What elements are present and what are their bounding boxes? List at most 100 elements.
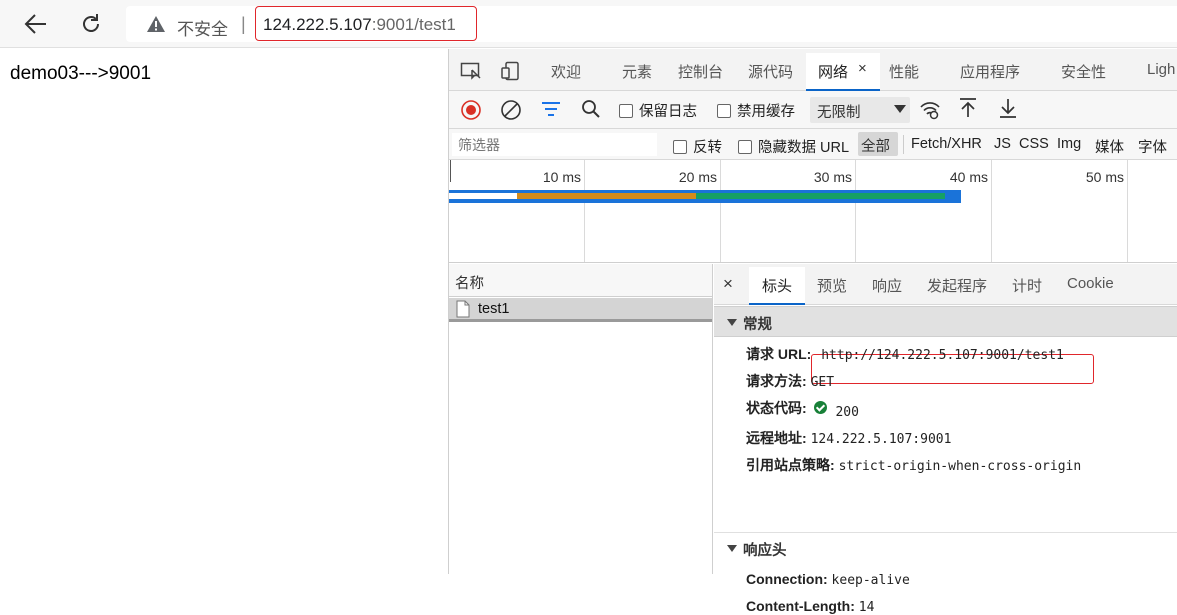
back-arrow-icon[interactable] [22, 10, 50, 38]
checkbox-box[interactable] [673, 140, 687, 154]
tab-sources[interactable]: 源代码 [748, 61, 793, 82]
security-label[interactable]: 不安全 [177, 15, 228, 40]
timeline-phase-queue [449, 193, 517, 199]
tab-welcome[interactable]: 欢迎 [551, 61, 581, 82]
header-value[interactable]: 14 [859, 600, 875, 615]
tab-initiator[interactable]: 发起程序 [927, 275, 987, 296]
network-toolbar: 保留日志 禁用缓存 无限制 [449, 91, 1177, 129]
general-row-referrer-policy: 引用站点策略: strict-origin-when-cross-origin [746, 455, 1081, 475]
address-separator: | [241, 14, 246, 34]
preserve-log-checkbox[interactable]: 保留日志 [619, 100, 697, 121]
tab-timing[interactable]: 计时 [1012, 275, 1042, 296]
header-value[interactable]: 200 [835, 405, 858, 420]
tab-security[interactable]: 安全性 [1061, 61, 1106, 82]
header-key: 远程地址: [746, 430, 807, 446]
timeline-gridline [855, 160, 856, 262]
timeline-phase-download [696, 193, 945, 199]
collapse-triangle-icon [727, 545, 737, 552]
filter-type-fetch-xhr[interactable]: Fetch/XHR [911, 136, 982, 152]
network-conditions-icon[interactable] [919, 99, 941, 125]
url-highlight-box: 124.222.5.107:9001/test1 [255, 6, 477, 41]
tab-response[interactable]: 响应 [872, 275, 902, 296]
throttling-select[interactable]: 无限制 [810, 97, 910, 123]
timeline-gridline [991, 160, 992, 262]
inspect-element-icon[interactable] [460, 61, 482, 81]
record-icon[interactable] [460, 99, 482, 125]
header-key: 引用站点策略: [746, 457, 835, 473]
url-text[interactable]: 124.222.5.107:9001/test1 [263, 15, 456, 35]
timeline-gridline [584, 160, 585, 262]
timeline-request-phases [449, 193, 959, 199]
device-emulation-icon[interactable] [500, 61, 522, 81]
request-list: test1 [449, 297, 713, 574]
filter-divider [903, 135, 904, 154]
tab-cookies[interactable]: Cookie [1067, 275, 1114, 292]
hide-data-urls-checkbox[interactable]: 隐藏数据 URL [738, 136, 849, 157]
section-title: 响应头 [743, 543, 787, 559]
filter-type-all[interactable]: 全部 [858, 132, 898, 156]
general-section-header[interactable]: 常规 [714, 306, 1177, 337]
request-name: test1 [478, 301, 510, 317]
reload-icon[interactable] [77, 10, 105, 38]
preserve-log-label: 保留日志 [639, 104, 697, 120]
browser-toolbar: 不安全 | 124.222.5.107:9001/test1 [0, 0, 1177, 48]
filter-bar: 反转 隐藏数据 URL 全部 Fetch/XHR JS CSS Img 媒体 字… [449, 129, 1177, 160]
tab-performance[interactable]: 性能 [889, 61, 919, 82]
header-key: 请求 URL: [746, 346, 812, 362]
tab-application[interactable]: 应用程序 [960, 61, 1020, 82]
timeline-start-marker [450, 160, 451, 182]
timeline-overview[interactable]: 10 ms 20 ms 30 ms 40 ms 50 ms [449, 160, 1177, 263]
header-value[interactable]: keep-alive [832, 573, 910, 588]
page-body-text: demo03--->9001 [10, 63, 152, 84]
search-icon[interactable] [581, 99, 601, 123]
devtools-panel: 欢迎 元素 控制台 源代码 网络 × 性能 应用程序 安全性 Ligh 保留日志… [448, 49, 1177, 615]
filter-type-media[interactable]: 媒体 [1095, 136, 1124, 157]
filter-input[interactable] [452, 133, 657, 156]
timeline-phase-waiting [517, 193, 696, 199]
header-value[interactable]: http://124.222.5.107:9001/test1 [821, 348, 1064, 363]
filter-type-js[interactable]: JS [994, 136, 1011, 152]
document-icon [456, 300, 470, 322]
clear-icon[interactable] [500, 99, 522, 125]
timeline-label: 30 ms [813, 169, 852, 185]
header-value[interactable]: 124.222.5.107:9001 [811, 432, 952, 447]
checkbox-box[interactable] [738, 140, 752, 154]
tab-close-icon[interactable]: × [858, 60, 867, 77]
disable-cache-checkbox[interactable]: 禁用缓存 [717, 100, 795, 121]
response-headers-section-header[interactable]: 响应头 [714, 532, 1177, 563]
timeline-label: 10 ms [542, 169, 581, 185]
checkbox-box[interactable] [717, 104, 731, 118]
tab-network[interactable]: 网络 [818, 61, 848, 82]
request-detail-pane: × 标头 预览 响应 发起程序 计时 Cookie 常规 请求 URL: htt… [714, 264, 1177, 615]
header-key: 请求方法: [746, 373, 807, 389]
request-row[interactable]: test1 [449, 298, 712, 322]
name-column-header[interactable]: 名称 [455, 272, 484, 293]
general-row-remote-address: 远程地址: 124.222.5.107:9001 [746, 428, 951, 448]
invert-checkbox[interactable]: 反转 [673, 136, 722, 157]
devtools-tab-bar: 欢迎 元素 控制台 源代码 网络 × 性能 应用程序 安全性 Ligh [449, 49, 1177, 91]
warning-icon[interactable] [146, 15, 166, 38]
export-har-icon[interactable] [999, 97, 1017, 123]
header-value[interactable]: GET [811, 375, 834, 390]
tab-elements[interactable]: 元素 [622, 61, 652, 82]
filter-type-img[interactable]: Img [1057, 136, 1081, 152]
tab-lighthouse[interactable]: Ligh [1147, 61, 1175, 78]
general-row-request-url: 请求 URL: http://124.222.5.107:9001/test1 [746, 344, 1064, 364]
tab-headers[interactable]: 标头 [762, 275, 792, 296]
import-har-icon[interactable] [959, 97, 977, 123]
caret-down-icon [894, 105, 906, 113]
response-row-content-length: Content-Length: 14 [746, 598, 874, 615]
timeline-gridline [720, 160, 721, 262]
tab-preview[interactable]: 预览 [817, 275, 847, 296]
filter-type-font[interactable]: 字体 [1138, 136, 1167, 157]
filter-icon[interactable] [541, 100, 561, 122]
tab-console[interactable]: 控制台 [678, 61, 723, 82]
close-detail-icon[interactable]: × [723, 274, 733, 294]
header-value[interactable]: strict-origin-when-cross-origin [839, 459, 1082, 474]
request-list-header[interactable]: 名称 [449, 264, 713, 297]
header-key: 状态代码: [746, 400, 807, 416]
filter-type-css[interactable]: CSS [1019, 136, 1049, 152]
general-row-request-method: 请求方法: GET [746, 371, 834, 391]
url-host: 124.222.5.107 [263, 15, 372, 34]
checkbox-box[interactable] [619, 104, 633, 118]
